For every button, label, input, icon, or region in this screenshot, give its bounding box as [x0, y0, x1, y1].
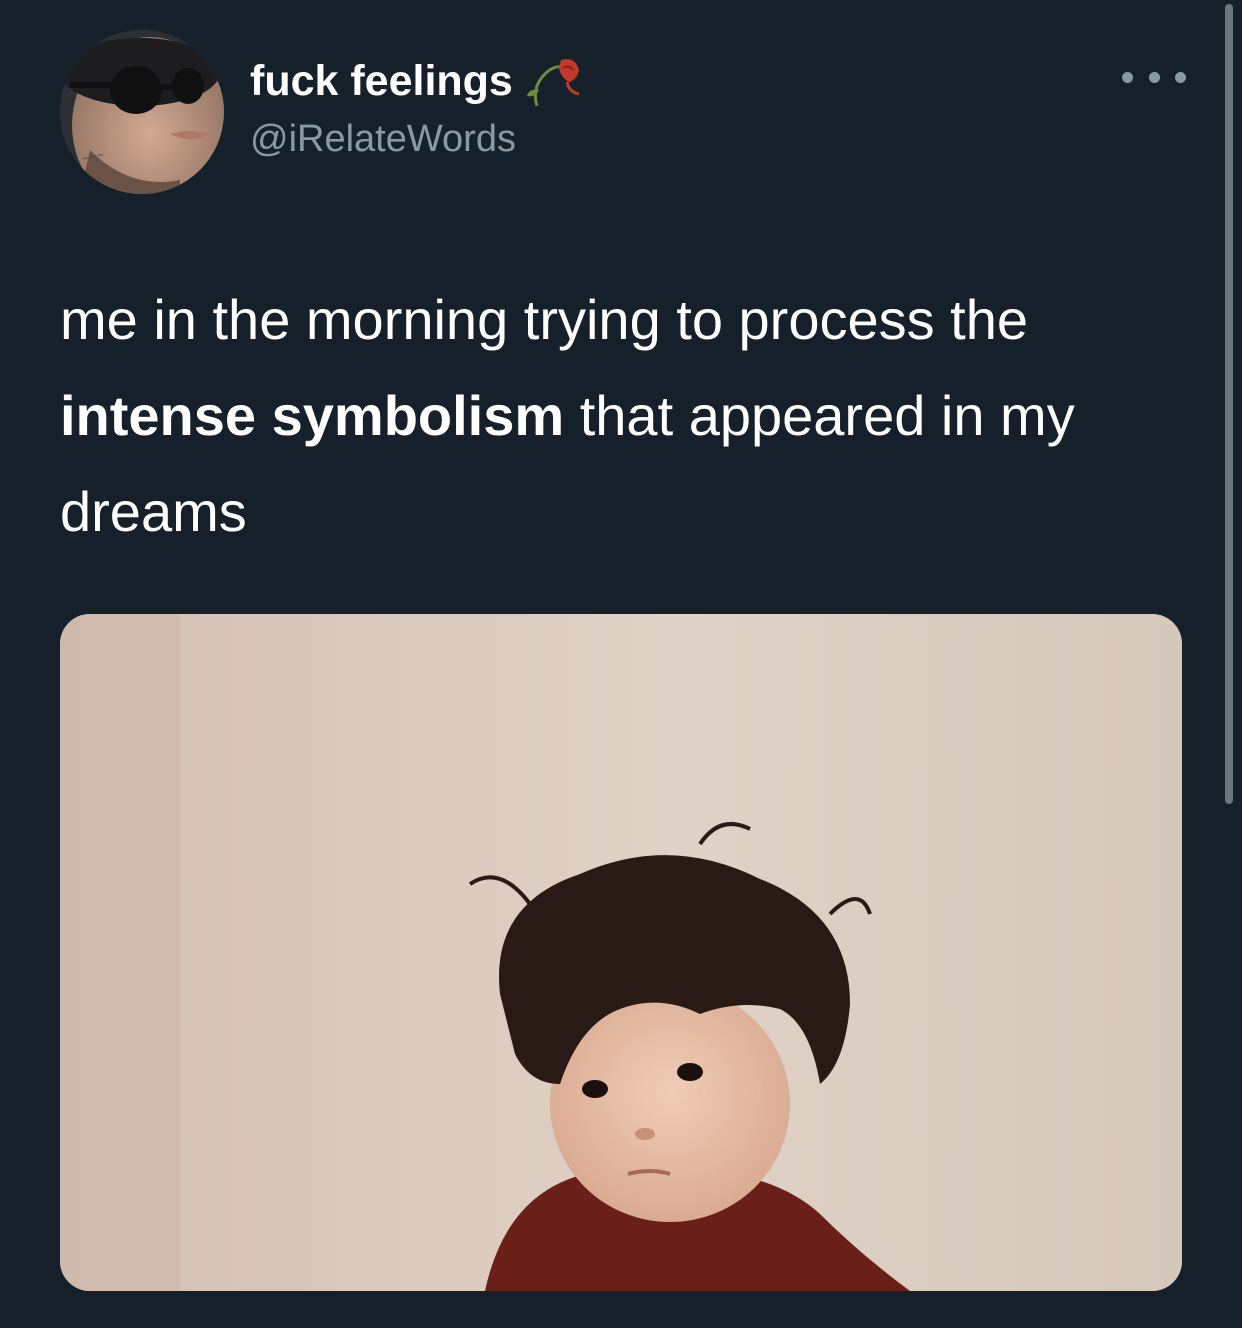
photo-child-icon	[60, 614, 1182, 1291]
display-name[interactable]: fuck feelings	[250, 54, 587, 108]
more-dot	[1148, 71, 1160, 83]
wilted-rose-icon	[523, 54, 587, 108]
more-dot	[1175, 71, 1186, 83]
scrollbar[interactable]	[1225, 4, 1233, 804]
user-handle[interactable]: @iRelateWords	[250, 118, 516, 161]
avatar[interactable]: ~~~	[60, 30, 224, 194]
tweet-text: me in the morning trying to process the …	[60, 272, 1200, 560]
display-name-text: fuck feelings	[250, 56, 513, 105]
tweet-media-photo[interactable]	[60, 614, 1182, 1291]
tweet-text-part1: me in the morning trying to process the	[60, 288, 1029, 351]
more-dot	[1122, 71, 1133, 83]
tweet-text-bold: intense symbolism	[60, 384, 565, 447]
more-horizontal-icon[interactable]	[1122, 62, 1186, 92]
